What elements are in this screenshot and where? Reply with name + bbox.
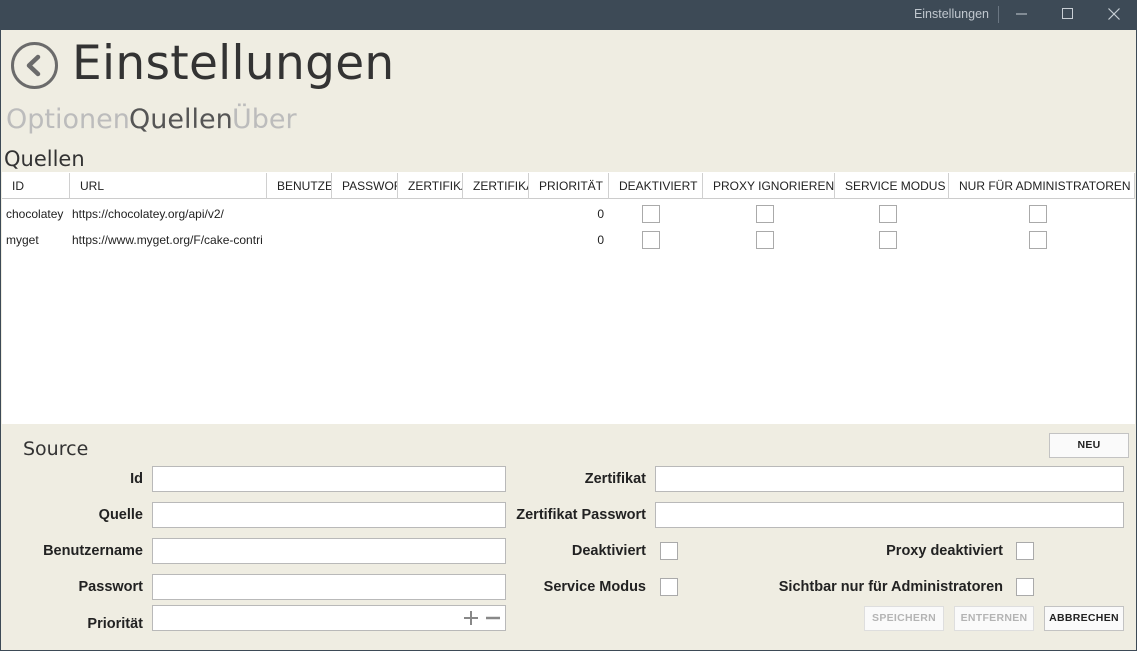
cell-priority: 0 bbox=[597, 207, 604, 221]
minimize-icon bbox=[1016, 13, 1027, 15]
service-mode-checkbox[interactable] bbox=[879, 205, 897, 223]
cell-id: chocolatey bbox=[6, 207, 64, 221]
source-form: Source NEU Id Quelle Benutzername Passwo… bbox=[1, 424, 1136, 650]
grid-header: ID URL Benutzername Passwort Zertifikat … bbox=[2, 173, 1135, 199]
username-input[interactable] bbox=[152, 538, 506, 564]
proxy-ignore-checkbox[interactable] bbox=[756, 205, 774, 223]
disabled-checkbox[interactable] bbox=[660, 542, 678, 560]
column-header-proxy-ignore[interactable]: Proxy ignorieren bbox=[703, 173, 835, 199]
maximize-icon bbox=[1062, 8, 1073, 19]
column-header-certificate[interactable]: Zertifikat bbox=[398, 173, 463, 199]
column-header-admin-only[interactable]: Nur für Administratoren bbox=[949, 173, 1135, 199]
disabled-checkbox[interactable] bbox=[642, 231, 660, 249]
cancel-button[interactable]: ABBRECHEN bbox=[1044, 606, 1124, 631]
window-title: Einstellungen bbox=[913, 7, 989, 21]
priority-stepper[interactable] bbox=[152, 605, 506, 631]
close-button[interactable] bbox=[1091, 0, 1137, 30]
new-button[interactable]: NEU bbox=[1049, 433, 1129, 458]
password-label: Passwort bbox=[78, 579, 143, 595]
cell-priority: 0 bbox=[597, 233, 604, 247]
priority-label: Priorität bbox=[87, 616, 143, 632]
column-header-id[interactable]: ID bbox=[2, 173, 70, 199]
column-header-service-mode[interactable]: Service Modus bbox=[835, 173, 949, 199]
admin-only-label: Sichtbar nur für Administratoren bbox=[778, 579, 1003, 595]
column-header-disabled[interactable]: Deaktiviert bbox=[609, 173, 703, 199]
minus-icon[interactable] bbox=[485, 610, 501, 626]
username-label: Benutzername bbox=[43, 543, 143, 559]
sources-section-label: Quellen bbox=[4, 147, 85, 171]
column-header-url[interactable]: URL bbox=[70, 173, 267, 199]
certificate-input[interactable] bbox=[655, 466, 1124, 492]
cell-url: https://www.myget.org/F/cake-contrib bbox=[72, 233, 263, 247]
cell-id: myget bbox=[6, 233, 39, 247]
proxy-ignore-checkbox[interactable] bbox=[756, 231, 774, 249]
source-label: Quelle bbox=[98, 507, 143, 523]
source-input[interactable] bbox=[152, 502, 506, 528]
service-mode-checkbox[interactable] bbox=[660, 578, 678, 596]
proxy-disabled-checkbox[interactable] bbox=[1016, 542, 1034, 560]
cell-url: https://chocolatey.org/api/v2/ bbox=[72, 207, 224, 221]
tab-options[interactable]: Optionen bbox=[6, 104, 130, 135]
column-header-username[interactable]: Benutzername bbox=[267, 173, 332, 199]
page-title: Einstellungen bbox=[72, 36, 395, 91]
certificate-label: Zertifikat bbox=[584, 471, 646, 487]
close-icon bbox=[1108, 8, 1120, 20]
admin-only-checkbox[interactable] bbox=[1029, 205, 1047, 223]
title-bar: Einstellungen bbox=[0, 0, 1137, 30]
save-button[interactable]: SPEICHERN bbox=[864, 606, 944, 631]
column-header-certificate-password[interactable]: Zertifikat Passwort bbox=[463, 173, 529, 199]
tab-about[interactable]: Über bbox=[232, 104, 297, 135]
back-button[interactable] bbox=[11, 42, 58, 89]
disabled-label: Deaktiviert bbox=[571, 543, 646, 559]
column-header-priority[interactable]: Priorität bbox=[529, 173, 609, 199]
plus-icon[interactable] bbox=[463, 610, 479, 626]
table-row[interactable]: chocolatey https://chocolatey.org/api/v2… bbox=[2, 201, 1135, 227]
form-title: Source bbox=[23, 438, 89, 460]
remove-button[interactable]: ENTFERNEN bbox=[954, 606, 1034, 631]
admin-only-checkbox[interactable] bbox=[1016, 578, 1034, 596]
certificate-password-input[interactable] bbox=[655, 502, 1124, 528]
service-mode-checkbox[interactable] bbox=[879, 231, 897, 249]
minimize-button[interactable] bbox=[999, 0, 1045, 30]
admin-only-checkbox[interactable] bbox=[1029, 231, 1047, 249]
service-mode-label: Service Modus bbox=[543, 579, 646, 595]
id-input[interactable] bbox=[152, 466, 506, 492]
table-row[interactable]: myget https://www.myget.org/F/cake-contr… bbox=[2, 227, 1135, 253]
maximize-button[interactable] bbox=[1045, 0, 1091, 30]
id-label: Id bbox=[130, 471, 143, 487]
disabled-checkbox[interactable] bbox=[642, 205, 660, 223]
back-arrow-icon bbox=[26, 54, 41, 77]
proxy-disabled-label: Proxy deaktiviert bbox=[886, 543, 1003, 559]
settings-window: Einstellungen Optionen Quellen Über Quel… bbox=[1, 30, 1136, 650]
password-input[interactable] bbox=[152, 574, 506, 600]
certificate-password-label: Zertifikat Passwort bbox=[516, 507, 646, 523]
column-header-password[interactable]: Passwort bbox=[332, 173, 398, 199]
sources-grid: ID URL Benutzername Passwort Zertifikat … bbox=[2, 172, 1135, 424]
tab-sources[interactable]: Quellen bbox=[129, 104, 233, 135]
